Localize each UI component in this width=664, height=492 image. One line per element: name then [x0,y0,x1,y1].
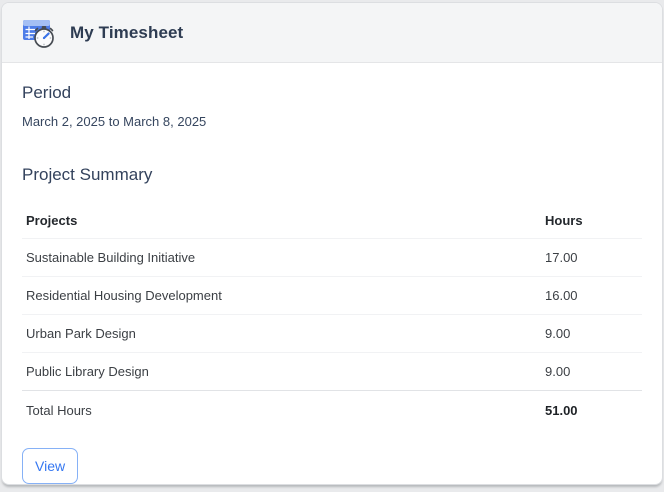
project-name: Sustainable Building Initiative [22,238,541,277]
table-row: Sustainable Building Initiative 17.00 [22,238,642,277]
table-row: Public Library Design 9.00 [22,353,642,391]
project-summary-heading: Project Summary [22,165,153,184]
period-heading: Period [22,83,72,102]
column-header-projects: Projects [22,204,541,239]
card-title: My Timesheet [70,22,184,42]
timesheet-card: My Timesheet Period March 2, 2025 to Mar… [1,2,663,485]
table-row: Urban Park Design 9.00 [22,314,642,353]
project-hours: 16.00 [541,276,642,315]
project-name: Public Library Design [26,364,149,379]
card-body: Period March 2, 2025 to March 8, 2025 Pr… [2,63,662,484]
view-button[interactable]: View [22,448,79,484]
card-header: My Timesheet [2,3,662,63]
total-label: Total Hours [22,390,541,430]
project-name: Urban Park Design [22,314,541,353]
project-hours: 9.00 [545,364,571,379]
total-hours: 51.00 [541,390,642,430]
period-range: March 2, 2025 to March 8, 2025 [22,114,207,129]
table-header-row: Projects Hours [22,204,642,239]
total-row: Total Hours 51.00 [22,390,642,430]
timesheet-table-stopwatch-icon [22,15,56,51]
project-summary-table: Projects Hours Sustainable Building Init… [22,204,642,430]
table-row: Residential Housing Development 16.00 [22,276,642,315]
project-hours: 17.00 [541,238,642,277]
column-header-hours: Hours [541,204,642,239]
project-hours: 9.00 [541,314,642,353]
project-name: Residential Housing Development [22,276,541,315]
